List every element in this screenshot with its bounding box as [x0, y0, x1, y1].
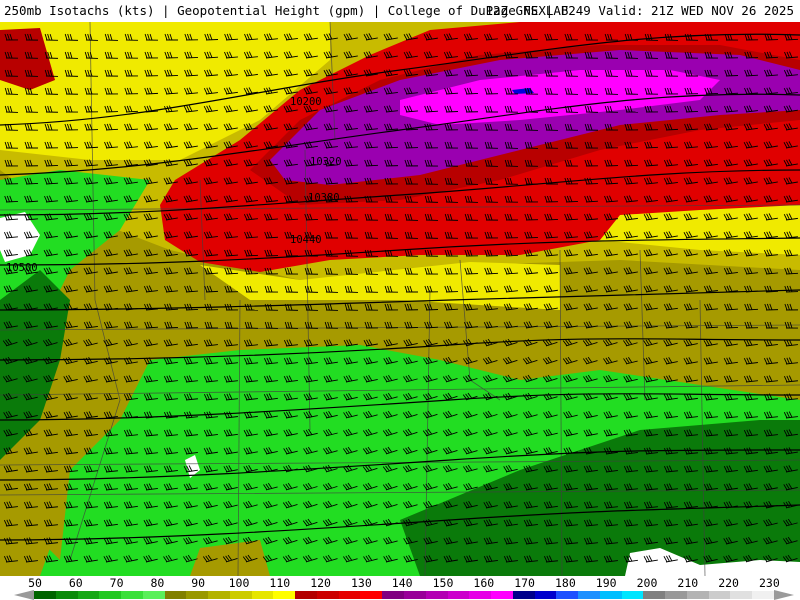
product-title: 250mb Isotachs (kts) | Geopotential Heig…	[4, 3, 569, 18]
colorbar-swatch	[599, 591, 623, 599]
colorbar-swatch	[621, 591, 644, 599]
colorbar-swatch	[273, 591, 296, 599]
colorbar-tick-label: 160	[473, 576, 495, 590]
colorbar-swatch	[534, 591, 557, 599]
colorbar-tick-label: 210	[677, 576, 699, 590]
colorbar-swatch	[512, 591, 536, 599]
colorbar-tick-label: 230	[759, 576, 780, 590]
colorbar-swatch	[382, 591, 405, 599]
colorbar-tick-label: 170	[514, 576, 535, 590]
colorbar-swatch	[730, 591, 753, 599]
colorbar-tick-label: 60	[68, 576, 83, 590]
contour-label-10440: 10440	[290, 234, 322, 246]
colorbar-tick-label: 190	[595, 576, 617, 590]
colorbar-tick-label: 70	[109, 576, 124, 590]
colorbar-tick-label: 80	[150, 576, 165, 590]
contour-label-10320: 10320	[310, 156, 342, 168]
header-bar: 250mb Isotachs (kts) | Geopotential Heig…	[0, 0, 800, 22]
contour-label-10380: 10380	[308, 192, 340, 204]
colorbar-swatch	[643, 591, 666, 599]
colorbar-swatch	[360, 591, 383, 599]
contour-label-10500: 10500	[6, 262, 38, 274]
colorbar-tick-label: 150	[432, 576, 454, 590]
colorbar-swatch	[99, 591, 122, 599]
colorbar-swatch	[665, 591, 688, 599]
colorbar: 50 60 70 80 90 100 110 120 130 140 150 160 170 180 190…	[0, 576, 800, 600]
colorbar-swatch	[708, 591, 731, 599]
colorbar-swatch	[77, 591, 100, 599]
colorbar-right-arrow-icon	[774, 590, 794, 600]
colorbar-tick-label: 180	[555, 576, 576, 590]
colorbar-swatch	[686, 591, 710, 599]
colorbar-swatch	[338, 591, 361, 599]
colorbar-left-arrow-icon	[14, 590, 34, 600]
model-run-info: 12Z GFS | F249 Valid: 21Z WED NOV 26 202…	[485, 3, 794, 18]
colorbar-swatch	[295, 591, 318, 599]
colorbar-swatch	[55, 591, 78, 599]
colorbar-swatch	[404, 591, 427, 599]
colorbar-tick-label: 100	[228, 576, 250, 590]
colorbar-swatch	[229, 591, 253, 599]
colorbar-tick-label: 90	[191, 576, 206, 590]
colorbar-swatch	[491, 591, 514, 599]
colorbar-swatch	[469, 591, 492, 599]
colorbar-swatch	[447, 591, 470, 599]
map-viewer: 250mb Isotachs (kts) | Geopotential Heig…	[0, 0, 800, 600]
colorbar-tick-label: 140	[391, 576, 413, 590]
colorbar-tick-label: 120	[310, 576, 331, 590]
colorbar-swatch	[578, 591, 601, 599]
map-panel[interactable]: 10200 10320 10380 10440 10500	[0, 22, 800, 576]
colorbar-swatches	[34, 591, 775, 599]
colorbar-swatch	[556, 591, 579, 599]
colorbar-swatch	[34, 591, 57, 599]
contour-label-10200: 10200	[290, 96, 322, 108]
colorbar-swatch	[251, 591, 274, 599]
colorbar-swatch	[316, 591, 340, 599]
colorbar-swatch	[752, 591, 775, 599]
colorbar-swatch	[142, 591, 166, 599]
colorbar-tick-label: 130	[351, 576, 372, 590]
colorbar-tick-label: 110	[269, 576, 291, 590]
colorbar-swatch	[121, 591, 144, 599]
colorbar-swatch	[164, 591, 187, 599]
weather-map	[0, 22, 800, 576]
colorbar-tick-label: 200	[636, 576, 658, 590]
colorbar-tick-label: 220	[718, 576, 739, 590]
colorbar-swatch	[425, 591, 448, 599]
colorbar-tick-label: 50	[28, 576, 42, 590]
colorbar-swatch	[208, 591, 231, 599]
colorbar-swatch	[186, 591, 209, 599]
